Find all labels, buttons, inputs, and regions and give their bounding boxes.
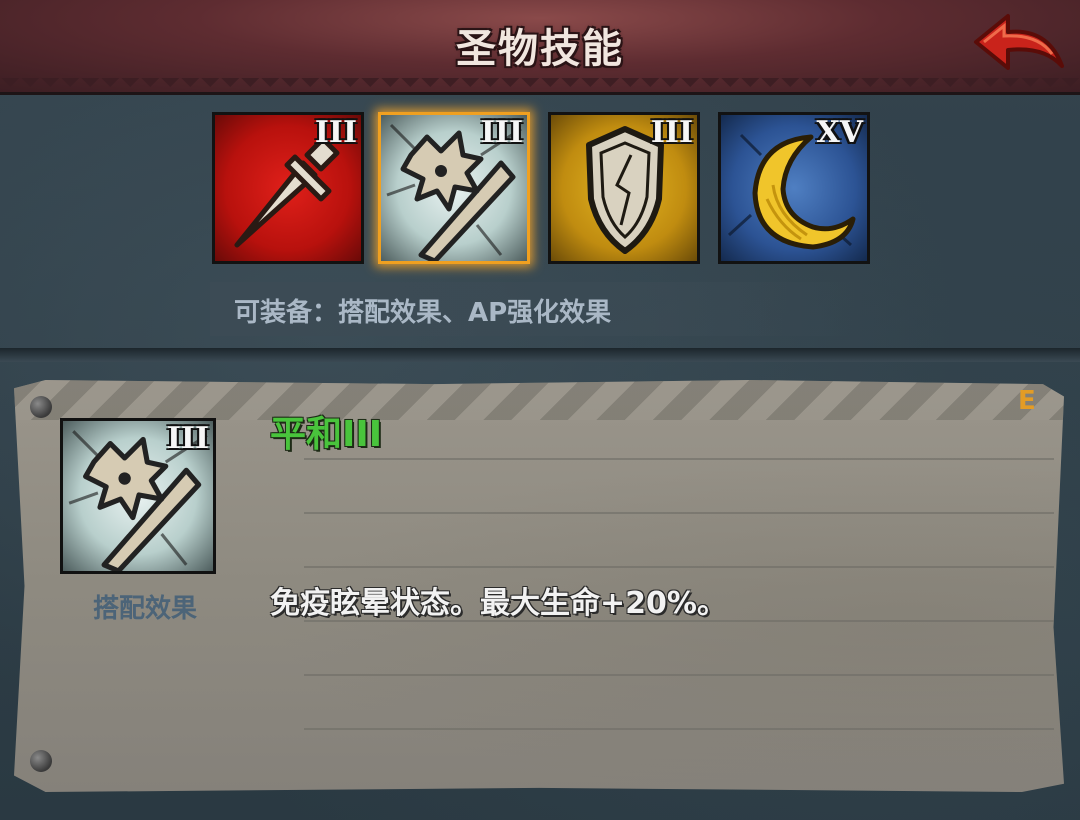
header-bar: 圣物技能 <box>0 0 1080 94</box>
relic-slot-mace[interactable]: III <box>378 112 530 264</box>
rivet <box>30 750 52 772</box>
relic-slot-sword[interactable]: III <box>212 112 364 264</box>
relic-slot-moon[interactable]: XV <box>718 112 870 264</box>
header-border <box>0 78 1080 94</box>
detail-effect-label: 搭配效果 <box>92 594 197 624</box>
detail-relic-icon: III <box>60 418 216 574</box>
page-title: 圣物技能 <box>456 26 624 72</box>
panel-pattern-strip <box>14 380 1064 420</box>
ruled-line <box>304 458 1054 460</box>
relic-slot-row: III III III XV <box>212 112 872 264</box>
relic-level: III <box>480 115 523 150</box>
section-divider <box>0 348 1080 362</box>
equip-info-text: 可装备：搭配效果、AP强化效果 <box>234 298 612 328</box>
ruled-line <box>304 566 1054 568</box>
skill-description: 免疫眩晕状态。最大生命+20%。 <box>270 586 727 621</box>
rivet <box>30 396 52 418</box>
ruled-line <box>304 512 1054 514</box>
back-arrow-icon <box>974 14 1064 70</box>
relic-level: III <box>314 115 357 150</box>
relic-level: XV <box>816 115 863 150</box>
skill-name: 平和III <box>270 414 383 455</box>
relic-level: III <box>650 115 693 150</box>
ruled-line <box>304 674 1054 676</box>
relic-slot-shield[interactable]: III <box>548 112 700 264</box>
back-button[interactable] <box>968 6 1068 82</box>
ruled-line <box>304 728 1054 730</box>
equip-info-bar: 可装备：搭配效果、AP强化效果 <box>210 282 870 336</box>
detail-relic-level: III <box>166 421 209 456</box>
grade-badge: E <box>1018 386 1036 416</box>
